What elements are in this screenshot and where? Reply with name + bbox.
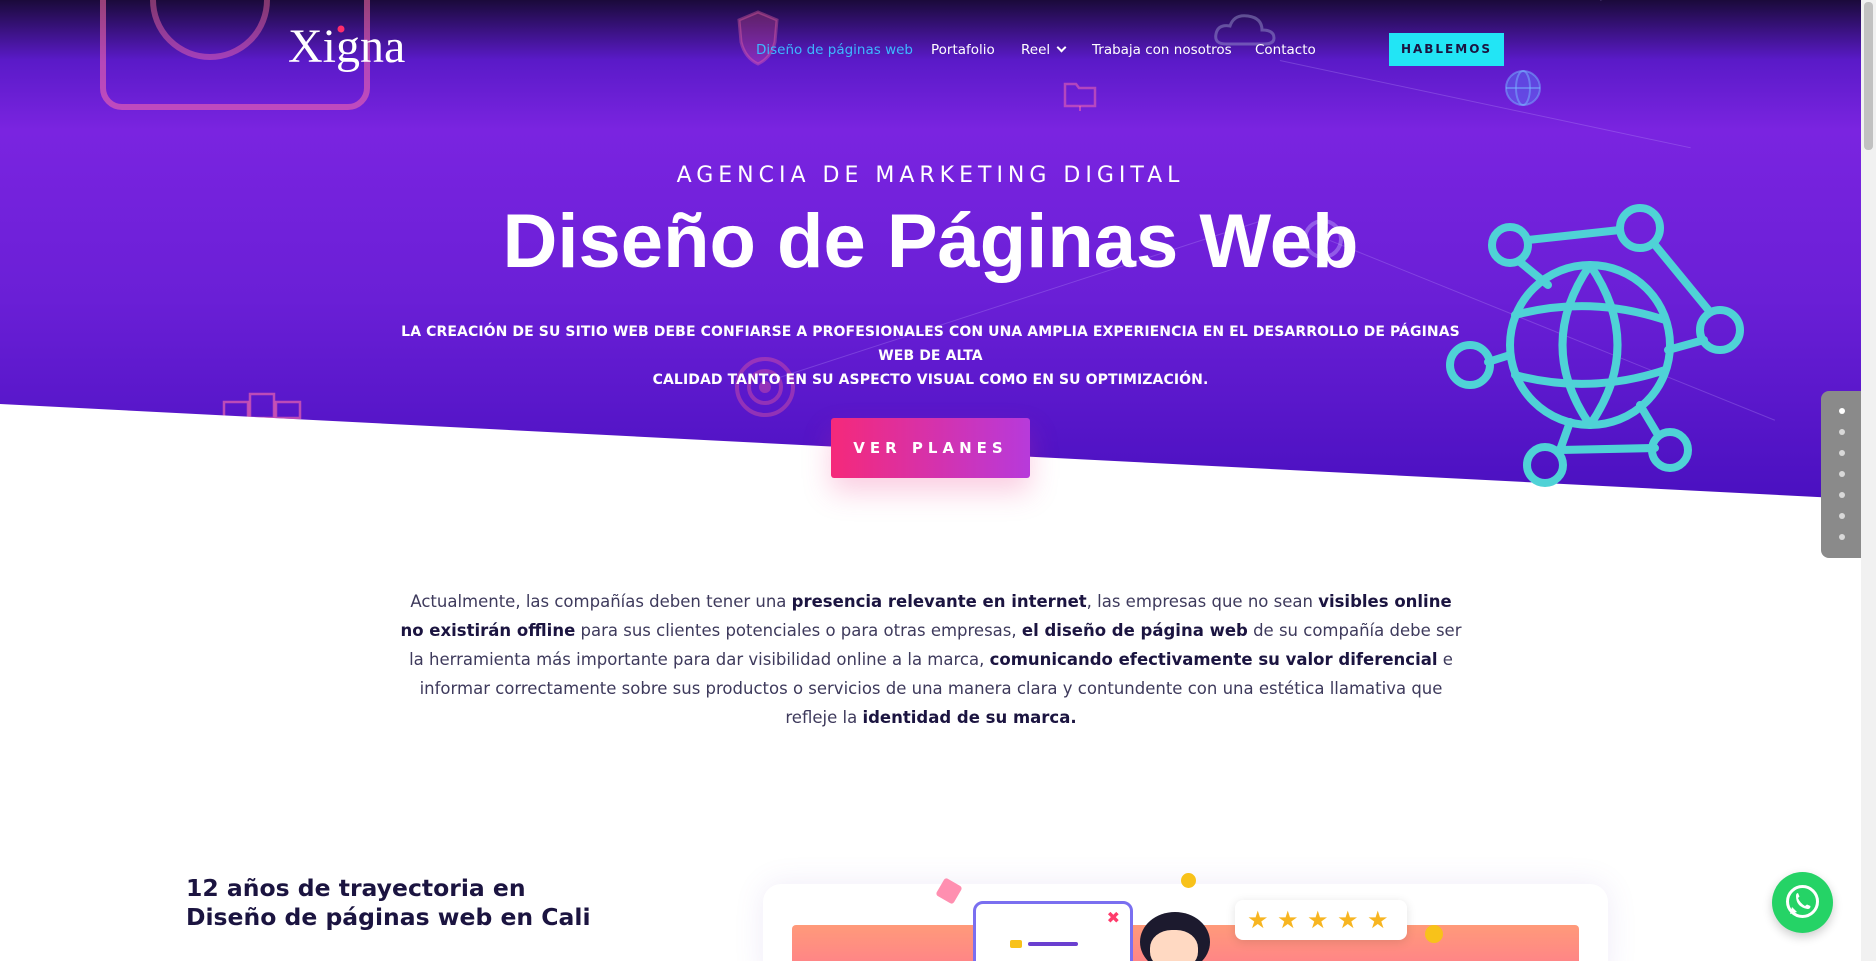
section-dot[interactable] [1839,492,1845,498]
logo-dot [337,25,345,33]
hero-eyebrow: AGENCIA DE MARKETING DIGITAL [676,163,1185,188]
section-dot[interactable] [1839,450,1845,456]
hero-subtitle: LA CREACIÓN DE SU SITIO WEB DEBE CONFIAR… [400,320,1461,392]
users-icon [222,392,302,420]
intro-bold: comunicando efectivamente su valor difer… [989,650,1438,669]
decor-coin [1425,925,1443,943]
decor-coin [1181,873,1196,888]
shield-icon [737,10,779,66]
globe-small-icon [1505,70,1541,106]
star-icon: ★ [1307,906,1329,934]
section-dot[interactable] [1839,471,1845,477]
hablemos-button[interactable]: HABLEMOS [1389,33,1504,66]
page-scrollbar[interactable] [1861,0,1876,961]
nav-item-portafolio[interactable]: Portafolio [931,42,995,58]
chevron-down-icon [1056,42,1067,53]
whatsapp-icon [1786,885,1819,918]
intro-bold: identidad de su marca. [862,708,1077,727]
logo-text: Xigna [288,20,405,73]
close-icon: ✖ [1106,908,1120,927]
section-dot[interactable] [1839,429,1845,435]
star-icon: ★ [1277,906,1299,934]
illustration-browser-window: ✖ [973,901,1133,961]
star-icon: ★ [1367,906,1389,934]
nav-item-trabaja[interactable]: Trabaja con nosotros [1092,42,1232,58]
whatsapp-button[interactable] [1772,872,1833,933]
avatar [1150,930,1198,961]
intro-bold: el diseño de página web [1021,621,1248,640]
intro-text: Actualmente, las compañías deben tener u… [410,592,792,611]
illustration-chip [1010,940,1022,948]
intro-paragraph: Actualmente, las compañías deben tener u… [396,587,1466,732]
logo[interactable]: Xigna [288,14,418,84]
section-heading: 12 años de trayectoria en Diseño de pági… [186,874,606,932]
nav-item-reel[interactable]: Reel [1021,42,1067,58]
nav-item-contacto[interactable]: Contacto [1255,42,1316,58]
illustration-bar [1028,942,1078,946]
decor-line [1600,0,1782,1]
intro-bold: presencia relevante en internet [791,592,1087,611]
rating-box: ★ ★ ★ ★ ★ [1235,900,1407,940]
section-dot[interactable] [1839,408,1845,414]
nav-item-diseno[interactable]: Diseño de páginas web [756,42,913,58]
page-title: Diseño de Páginas Web [502,199,1359,284]
hero-subtitle-line1: LA CREACIÓN DE SU SITIO WEB DEBE CONFIAR… [401,324,1460,364]
hero-subtitle-line2: CALIDAD TANTO EN SU ASPECTO VISUAL COMO … [652,372,1209,388]
star-icon: ★ [1337,906,1359,934]
section-heading-line1: 12 años de trayectoria en [186,874,526,902]
section-heading-line2: Diseño de páginas web en Cali [186,903,591,931]
section-dot[interactable] [1839,513,1845,519]
folder-icon [1063,82,1097,111]
nav-item-reel-label: Reel [1021,42,1051,58]
section-dots-nav [1821,391,1861,558]
intro-text: para sus clientes potenciales o para otr… [575,621,1022,640]
ver-planes-button[interactable]: VER PLANES [831,418,1030,478]
section-dot[interactable] [1839,534,1845,540]
star-icon: ★ [1247,906,1269,934]
scrollbar-thumb[interactable] [1864,2,1873,150]
decor-line [1279,60,1691,149]
intro-text: , las empresas que no sean [1086,592,1319,611]
